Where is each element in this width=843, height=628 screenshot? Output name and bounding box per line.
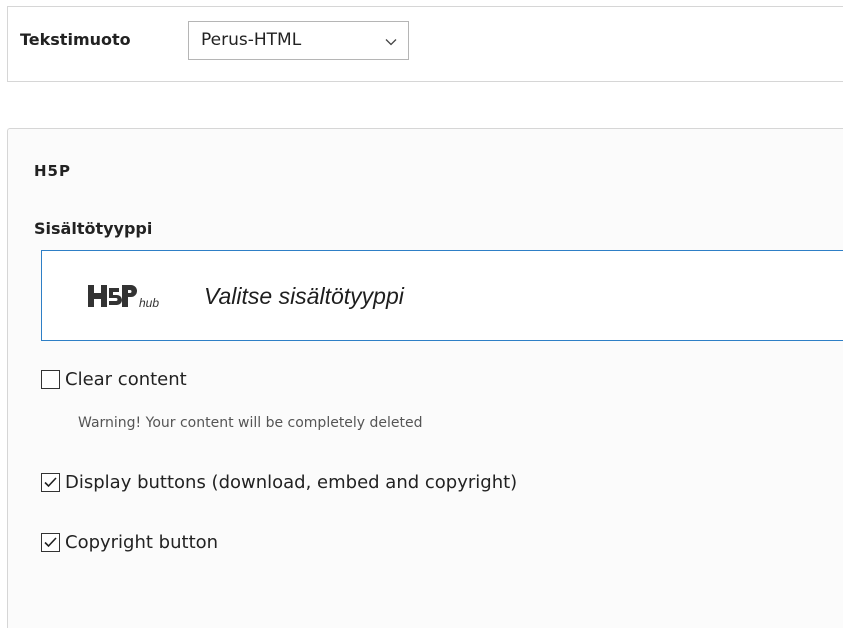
display-buttons-label: Display buttons (download, embed and cop… — [65, 472, 518, 493]
clear-content-label: Clear content — [65, 369, 187, 390]
content-type-selector[interactable]: hub Valitse sisältötyyppi — [41, 250, 843, 341]
text-format-label: Tekstimuoto — [20, 30, 131, 49]
clear-content-checkbox[interactable] — [41, 370, 60, 389]
display-buttons-checkbox[interactable] — [41, 473, 60, 492]
h5p-hub-logo-icon: hub — [88, 285, 159, 310]
copyright-button-checkbox[interactable] — [41, 533, 60, 552]
clear-content-warning: Warning! Your content will be completely… — [78, 415, 423, 431]
text-format-select[interactable]: Perus-HTML — [188, 21, 409, 60]
svg-text:hub: hub — [139, 296, 159, 310]
content-type-placeholder: Valitse sisältötyyppi — [204, 283, 404, 309]
panel-title: H5P — [34, 162, 71, 180]
copyright-button-label: Copyright button — [65, 532, 219, 553]
text-format-selected-value: Perus-HTML — [201, 30, 302, 50]
chevron-down-icon — [385, 39, 397, 46]
content-type-label: Sisältötyyppi — [34, 219, 153, 238]
text-format-bar — [7, 6, 843, 82]
